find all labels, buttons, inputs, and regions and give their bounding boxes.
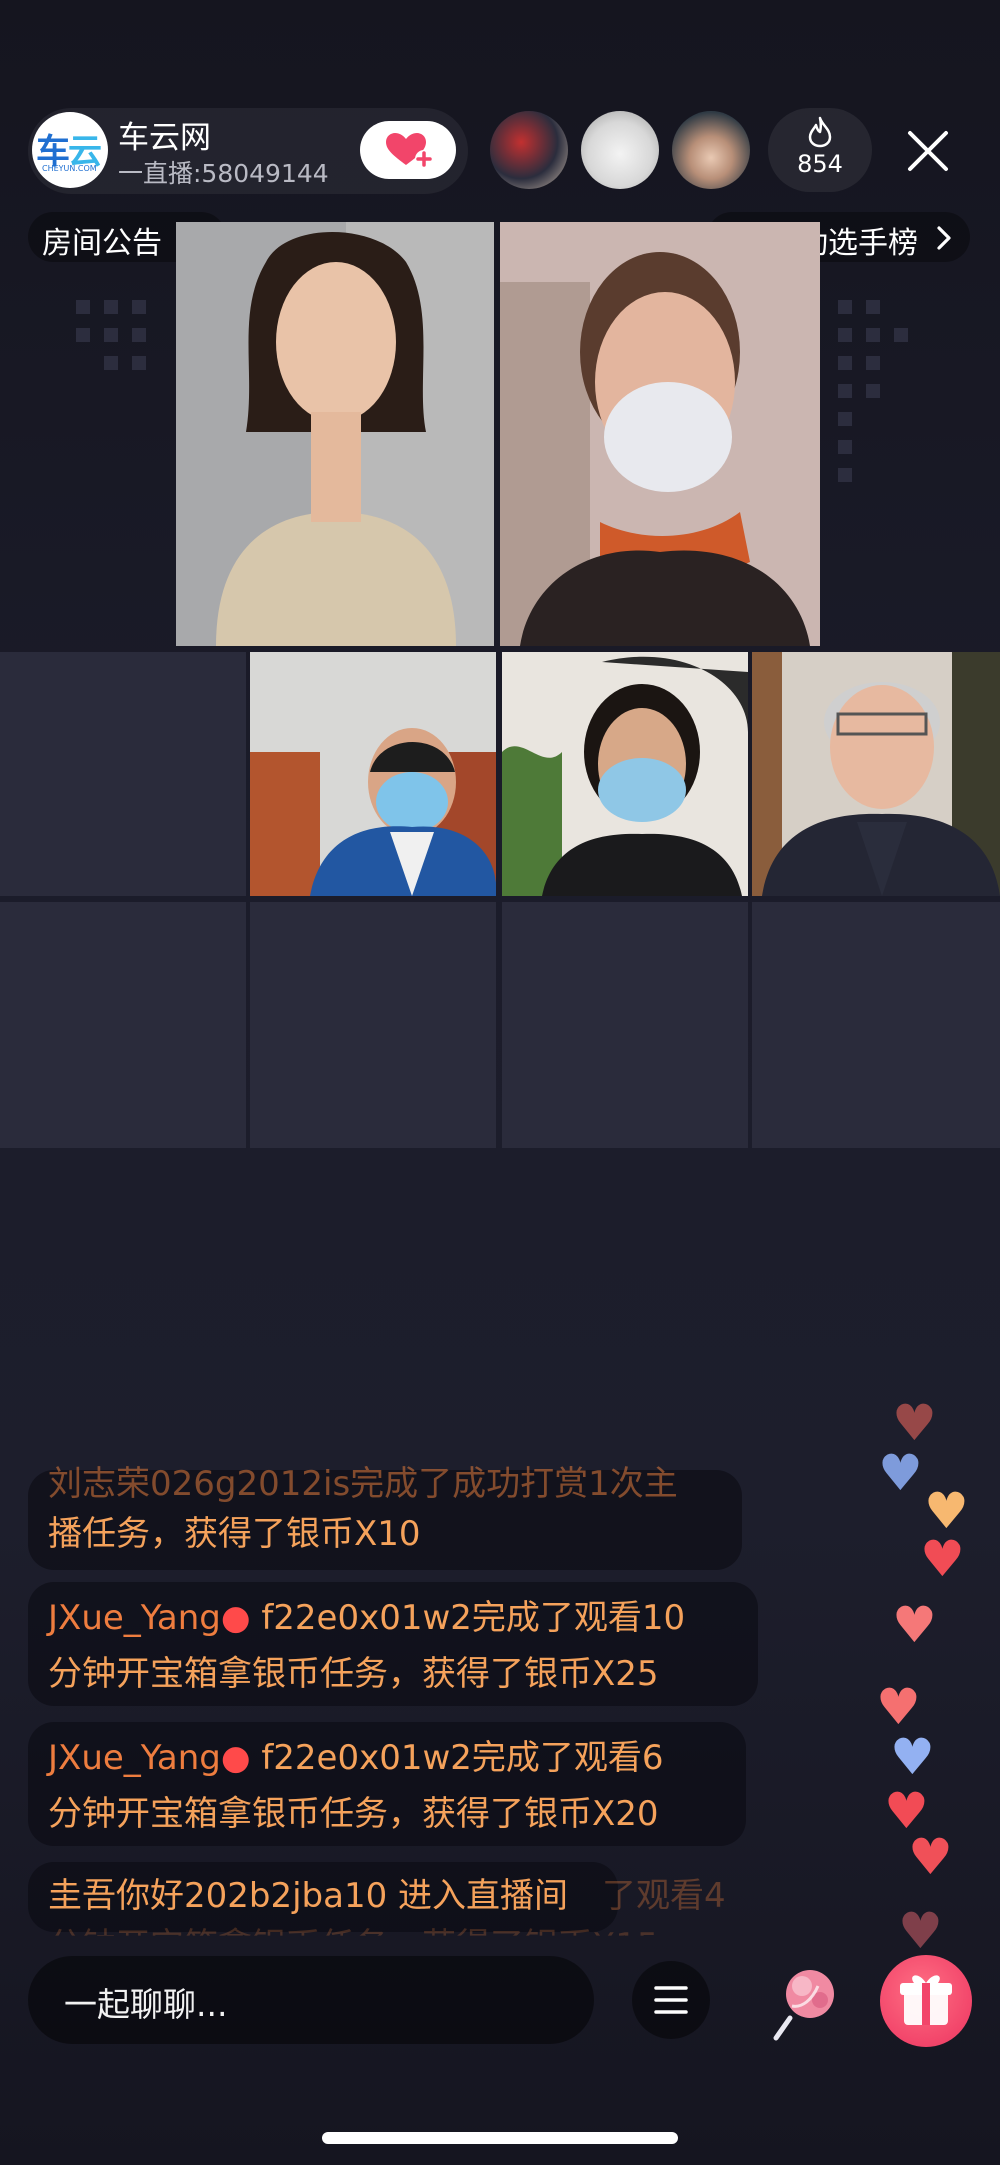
- video-tile-guest-5[interactable]: [752, 652, 1000, 896]
- guest-5-video: [752, 652, 1000, 896]
- empty-seat[interactable]: [752, 902, 1000, 1148]
- viewer-avatar[interactable]: [581, 111, 659, 189]
- gift-button[interactable]: [880, 1955, 972, 2047]
- heat-counter[interactable]: 854: [768, 108, 872, 192]
- floating-heart-icon: ♥: [890, 1728, 935, 1786]
- floating-heart-icon: ♥: [878, 1444, 923, 1502]
- chat-overlay-text: 了观看4: [602, 1876, 726, 1916]
- lollipop-gift-button[interactable]: [762, 1956, 850, 2044]
- balloon-icon: ●: [220, 1598, 251, 1638]
- balloon-icon: ●: [220, 1738, 251, 1778]
- flame-icon: [808, 116, 832, 148]
- close-icon: [908, 131, 948, 171]
- chat-message-line: 分钟开宝箱拿银币任务，获得了银币X20: [48, 1794, 659, 1834]
- viewer-avatar[interactable]: [672, 111, 750, 189]
- lollipop-icon: [773, 1970, 834, 2041]
- video-tile-guest-1[interactable]: [176, 222, 494, 646]
- gift-icon: [900, 1975, 952, 2025]
- empty-seat[interactable]: [0, 902, 246, 1148]
- guest-2-video: [500, 222, 820, 646]
- floating-heart-icon: ♥: [908, 1828, 953, 1886]
- chat-text: f22e0x01w2完成了观看6: [250, 1738, 664, 1778]
- chat-text: f22e0x01w2完成了观看10: [250, 1598, 686, 1638]
- menu-button[interactable]: [632, 1961, 710, 2039]
- chat-message-text: 圭吾你好202b2jba10 进入直播间: [48, 1876, 569, 1916]
- floating-heart-icon: ♥: [898, 1902, 943, 1960]
- chevron-right-icon: [937, 226, 951, 250]
- empty-seat[interactable]: [0, 652, 246, 896]
- empty-seat[interactable]: [250, 902, 496, 1148]
- chat-input-placeholder: 一起聊聊...: [64, 1985, 228, 2024]
- heat-count: 854: [797, 150, 843, 178]
- close-button[interactable]: [900, 123, 956, 179]
- viewer-avatar[interactable]: [490, 111, 568, 189]
- guest-1-video: [176, 222, 494, 646]
- heart-plus-icon: [386, 133, 433, 168]
- chat-username[interactable]: JXue_Yang: [48, 1738, 221, 1778]
- chat-message-line: JXue_Yang● f22e0x01w2完成了观看10: [48, 1592, 685, 1644]
- chat-message-line: 分钟开宝箱拿银币任务，获得了银币X25: [48, 1654, 659, 1694]
- host-avatar[interactable]: 车云 CHEYUN.COM: [32, 112, 108, 188]
- follow-button[interactable]: [360, 121, 456, 179]
- video-tile-guest-4[interactable]: [502, 652, 748, 896]
- video-tile-guest-3[interactable]: [250, 652, 496, 896]
- empty-seat[interactable]: [502, 902, 748, 1148]
- decor-dots: [76, 300, 146, 370]
- host-name: 车云网: [118, 120, 211, 156]
- floating-heart-icon: ♥: [920, 1530, 965, 1588]
- guest-3-video: [250, 652, 496, 896]
- home-indicator[interactable]: [322, 2132, 678, 2144]
- floating-heart-icon: ♥: [892, 1394, 937, 1452]
- floating-heart-icon: ♥: [924, 1482, 969, 1540]
- floating-heart-icon: ♥: [876, 1678, 921, 1736]
- chat-username[interactable]: JXue_Yang: [48, 1598, 221, 1638]
- announcement-label: 房间公告: [42, 226, 162, 261]
- chat-message-text: 刘志荣026g2012is完成了成功打赏1次主: [48, 1464, 678, 1504]
- menu-icon: [654, 1986, 688, 2014]
- video-tile-guest-2[interactable]: [500, 222, 820, 646]
- host-live-id: 一直播:58049144: [118, 159, 329, 188]
- chat-message-line: JXue_Yang● f22e0x01w2完成了观看6: [48, 1732, 664, 1784]
- floating-heart-icon: ♥: [892, 1596, 937, 1654]
- guest-4-video: [502, 652, 748, 896]
- decor-dots: [838, 300, 908, 482]
- chat-message-text: 播任务，获得了银币X10: [48, 1514, 421, 1554]
- logo-subtext: CHEYUN.COM: [42, 164, 97, 173]
